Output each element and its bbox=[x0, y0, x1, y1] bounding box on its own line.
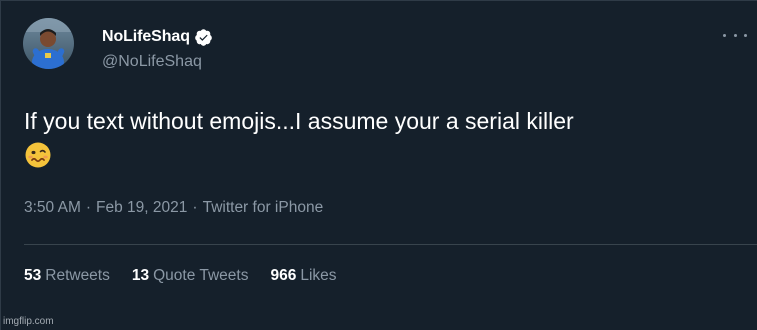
retweets-label: Retweets bbox=[45, 267, 110, 284]
display-name[interactable]: NoLifeShaq bbox=[102, 28, 190, 46]
divider bbox=[24, 244, 757, 245]
tweet-text: If you text without emojis...I assume yo… bbox=[24, 108, 574, 134]
imgflip-watermark: imgflip.com bbox=[3, 316, 54, 327]
more-dot bbox=[733, 33, 737, 37]
tweet-card: NoLifeShaq @NoLifeShaq If you text witho… bbox=[0, 0, 757, 330]
meta-separator: · bbox=[85, 199, 92, 216]
tweet-date[interactable]: Feb 19, 2021 bbox=[96, 199, 187, 217]
author-name-row[interactable]: NoLifeShaq bbox=[102, 25, 213, 49]
quote-tweets-count: 13 bbox=[131, 267, 150, 284]
more-dot bbox=[744, 33, 747, 37]
woozy-face-emoji-icon bbox=[24, 141, 52, 169]
avatar[interactable] bbox=[23, 18, 74, 69]
retweets-stat[interactable]: 53 Retweets bbox=[24, 267, 110, 285]
quote-tweets-stat[interactable]: 13 Quote Tweets bbox=[132, 267, 249, 285]
more-options-icon[interactable] bbox=[723, 25, 747, 45]
tweet-source[interactable]: Twitter for iPhone bbox=[203, 199, 324, 217]
tweet-meta: 3:50 AM · Feb 19, 2021 · Twitter for iPh… bbox=[24, 199, 323, 217]
avatar-photo-icon bbox=[23, 18, 74, 69]
likes-stat[interactable]: 966 Likes bbox=[270, 267, 336, 285]
quote-tweets-label: Quote Tweets bbox=[153, 267, 249, 284]
verified-badge-icon bbox=[194, 28, 213, 47]
likes-count: 966 bbox=[270, 267, 297, 284]
meta-separator: · bbox=[192, 199, 198, 216]
tweet-time[interactable]: 3:50 AM bbox=[24, 199, 81, 217]
likes-label: Likes bbox=[300, 267, 337, 284]
more-dot bbox=[723, 33, 726, 37]
retweets-count: 53 bbox=[24, 267, 42, 284]
author-handle[interactable]: @NoLifeShaq bbox=[102, 53, 202, 71]
tweet-stats: 53 Retweets 13 Quote Tweets 966 Likes bbox=[24, 267, 359, 285]
